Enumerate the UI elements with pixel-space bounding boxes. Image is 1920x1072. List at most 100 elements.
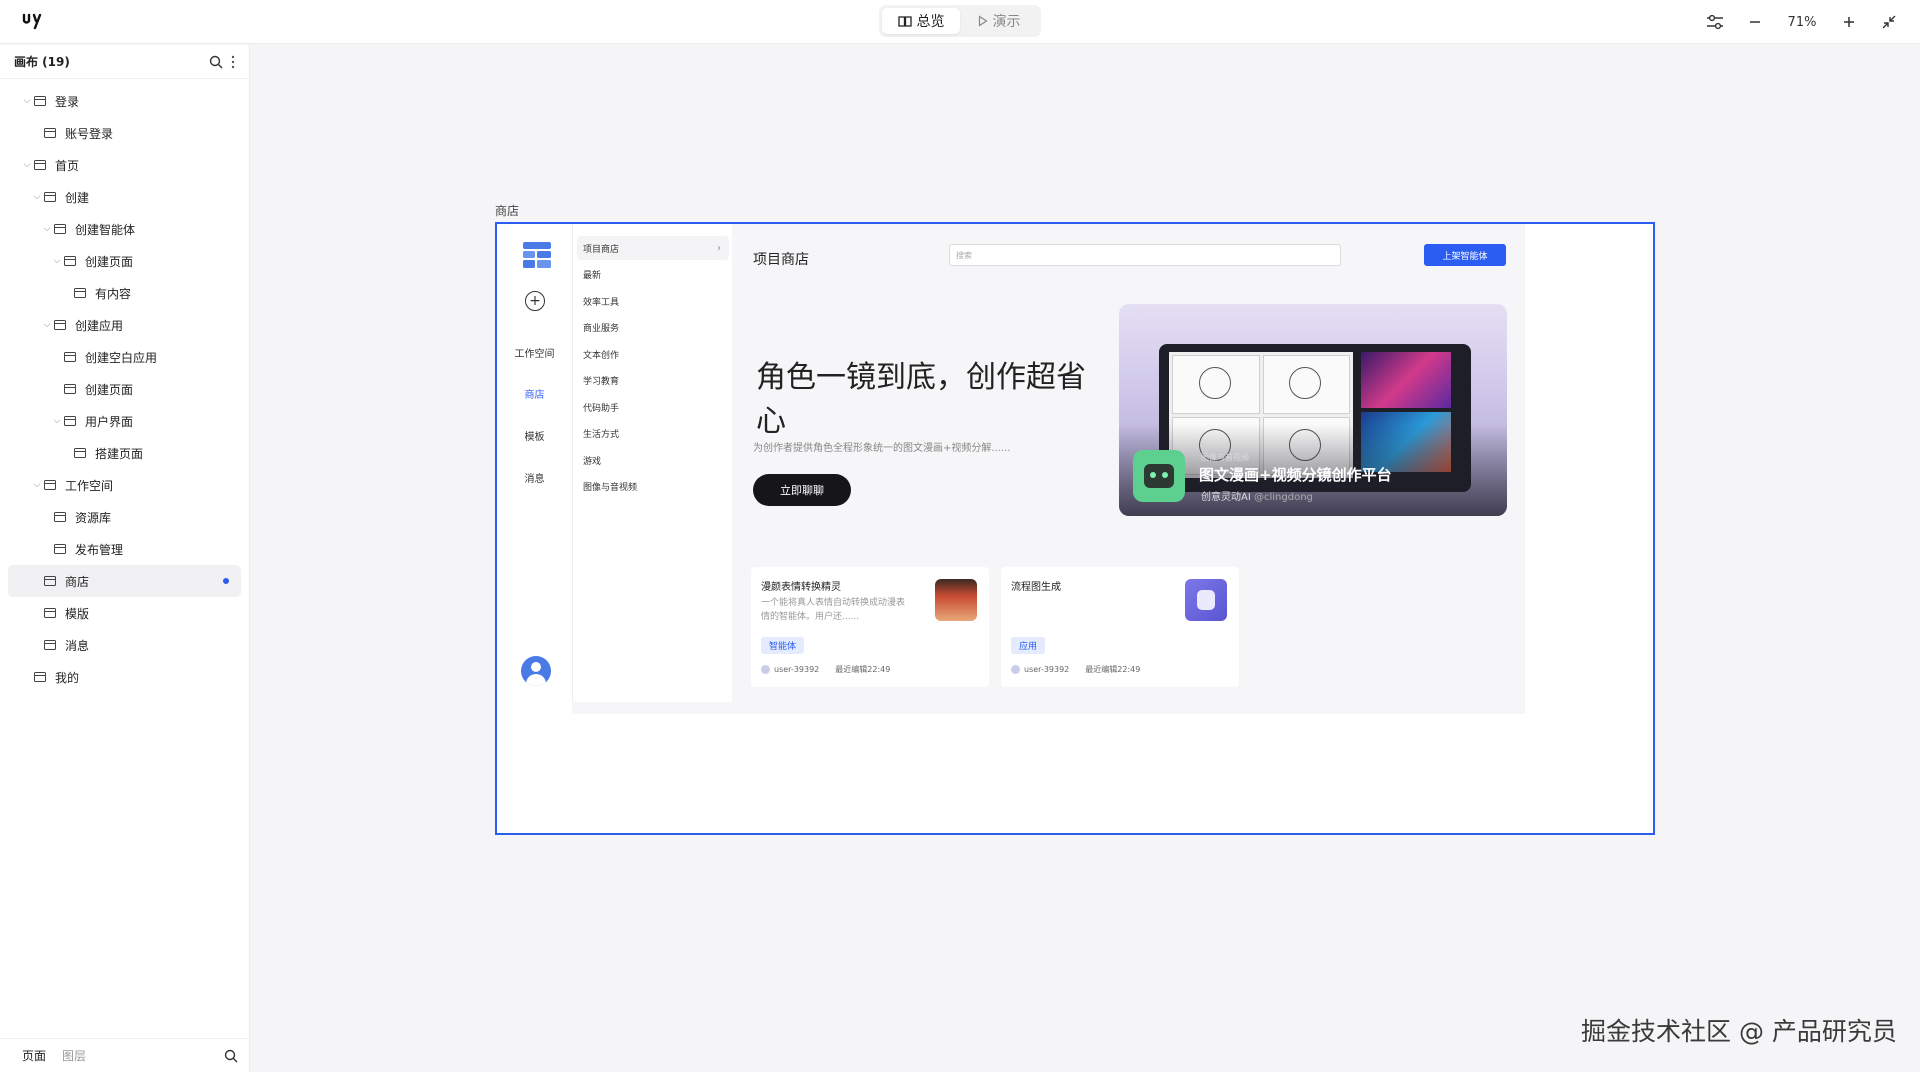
tree-item-label: 创建空白应用 <box>85 350 158 365</box>
overview-mode-button[interactable]: 总览 <box>882 8 960 34</box>
page-icon <box>44 480 56 490</box>
chevron-down-icon[interactable]: ⌵ <box>30 480 44 490</box>
tree-item[interactable]: ⌵ 首页 <box>8 149 241 181</box>
portrait-thumbnail-image <box>935 579 977 621</box>
publish-agent-button[interactable]: 上架智能体 <box>1424 244 1506 266</box>
settings-sliders-icon[interactable] <box>1702 9 1728 35</box>
page-icon <box>44 576 56 586</box>
chevron-down-icon[interactable]: ⌵ <box>20 160 34 170</box>
zoom-in-icon[interactable] <box>1836 9 1862 35</box>
category-label: 代码助手 <box>583 403 620 414</box>
search-input[interactable] <box>949 244 1341 266</box>
more-icon[interactable] <box>231 55 235 69</box>
card-meta: user-39392 最近编辑22:49 <box>761 664 890 675</box>
nav-workspace[interactable]: 工作空间 <box>497 345 572 360</box>
tree-item[interactable]: 消息 <box>8 629 241 661</box>
tree-item[interactable]: 有内容 <box>8 277 241 309</box>
tree-item[interactable]: 资源库 <box>8 501 241 533</box>
tree-item[interactable]: 账号登录 <box>8 117 241 149</box>
tree-item[interactable]: 创建空白应用 <box>8 341 241 373</box>
tree-item[interactable]: 创建页面 <box>8 373 241 405</box>
nav-message[interactable]: 消息 <box>497 470 572 485</box>
card-title: 流程图生成 <box>1011 582 1061 593</box>
category-label: 生活方式 <box>583 430 620 440</box>
category-item[interactable]: 代码助手 <box>573 395 733 419</box>
collapse-icon[interactable] <box>1876 9 1902 35</box>
tree-item[interactable]: 我的 <box>8 661 241 693</box>
search-icon[interactable] <box>209 55 223 69</box>
tab-pages[interactable]: 页面 <box>22 1047 46 1064</box>
product-card[interactable]: 流程图生成 应用 user-39392 最近编辑22:49 <box>1001 567 1239 687</box>
footer-search-icon[interactable] <box>224 1049 238 1063</box>
page-icon <box>64 384 76 394</box>
tree-item-label: 搭建页面 <box>95 446 144 461</box>
play-icon <box>978 15 988 27</box>
chevron-down-icon[interactable]: ⌵ <box>50 256 64 266</box>
card-tag: 智能体 <box>761 637 805 654</box>
tree-item[interactable]: 模版 <box>8 597 241 629</box>
present-mode-button[interactable]: 演示 <box>960 8 1038 34</box>
view-mode-switch: 总览 演示 <box>879 5 1041 37</box>
tree-item-label: 首页 <box>55 158 80 173</box>
tree-item[interactable]: 搭建页面 <box>8 437 241 469</box>
tree-item[interactable]: ⌵ 创建智能体 <box>8 213 241 245</box>
app-logo-icon[interactable] <box>22 12 42 30</box>
store-frame[interactable]: + 工作空间 商店 模板 消息 项目商店 › 最新效率工具商业服务 文本创作学习教育代… <box>495 222 1655 835</box>
category-item[interactable]: 文本创作 <box>573 342 733 366</box>
app-grid-logo-icon[interactable] <box>523 242 551 268</box>
chevron-down-icon[interactable]: ⌵ <box>20 96 34 106</box>
page-icon <box>44 608 56 618</box>
category-item[interactable]: 效率工具 <box>573 289 733 313</box>
page-icon <box>64 416 76 426</box>
tree-item[interactable]: ⌵ 创建 <box>8 181 241 213</box>
chevron-right-icon: › <box>717 242 721 254</box>
chevron-down-icon[interactable]: ⌵ <box>40 320 54 330</box>
anime-character-image <box>1361 352 1451 408</box>
tree-item[interactable]: ⌵ 创建页面 <box>8 245 241 277</box>
category-item[interactable]: 游戏 <box>573 448 733 472</box>
add-circle-icon[interactable]: + <box>525 291 545 311</box>
page-icon <box>64 256 76 266</box>
tab-layers[interactable]: 图层 <box>62 1047 86 1064</box>
banner-author: 创意灵动AI @clingdong <box>1201 492 1313 503</box>
tree-item-label: 创建 <box>65 190 90 205</box>
category-item[interactable]: 商业服务 <box>573 316 733 340</box>
zoom-level[interactable]: 71% <box>1782 15 1822 30</box>
product-card[interactable]: 漫颜表情转换精灵 一个能将真人表情自动转换成动漫表情的智能体。用户还......… <box>751 567 989 687</box>
tree-item[interactable]: ⌵ 创建应用 <box>8 309 241 341</box>
overview-mode-label: 总览 <box>916 14 945 30</box>
card-tag: 应用 <box>1011 637 1046 654</box>
tree-item[interactable]: ⌵ 用户界面 <box>8 405 241 437</box>
category-item[interactable]: 图像与音视频 <box>573 475 733 499</box>
category-item[interactable]: 最新 <box>573 263 733 287</box>
nav-store[interactable]: 商店 <box>497 386 572 401</box>
chevron-down-icon[interactable]: ⌵ <box>30 192 44 202</box>
category-item[interactable]: 生活方式 <box>573 422 733 446</box>
tree-item-label: 创建页面 <box>85 254 134 269</box>
page-icon <box>54 224 66 234</box>
tree-item-label: 有内容 <box>95 286 132 301</box>
store-app-preview: + 工作空间 商店 模板 消息 项目商店 › 最新效率工具商业服务 文本创作学习教育代… <box>497 224 1525 714</box>
tree-item[interactable]: ⌵ 工作空间 <box>8 469 241 501</box>
category-item[interactable]: 学习教育 <box>573 369 733 393</box>
tree-item[interactable]: 发布管理 <box>8 533 241 565</box>
category-item[interactable]: 项目商店 › <box>577 236 729 260</box>
tree-item[interactable]: ⌵ 登录 <box>8 85 241 117</box>
present-mode-label: 演示 <box>992 14 1021 30</box>
featured-banner[interactable]: 图像与音视频 图文漫画+视频分镜创作平台 创意灵动AI @clingdong <box>1119 304 1507 516</box>
page-icon <box>74 288 86 298</box>
user-icon <box>761 665 770 674</box>
category-label: 学习教育 <box>583 377 620 387</box>
avatar[interactable] <box>521 656 551 686</box>
selected-dot <box>223 578 229 584</box>
category-label: 最新 <box>583 271 602 281</box>
page-tree: ⌵ 登录 账号登录 ⌵ 首页 ⌵ 创建 ⌵ 创建智能体 ⌵ 创建页面 有内容 ⌵ 创建应用 创建空白应用 创建… <box>0 79 249 693</box>
chat-now-button[interactable]: 立即聊聊 <box>753 474 851 506</box>
chevron-down-icon[interactable]: ⌵ <box>40 224 54 234</box>
zoom-out-icon[interactable] <box>1742 9 1768 35</box>
nav-template[interactable]: 模板 <box>497 428 572 443</box>
tree-item-label: 模版 <box>65 606 90 621</box>
hero-subtitle: 为创作者提供角色全程形象统一的图文漫画+视频分解...... <box>753 443 1011 454</box>
chevron-down-icon[interactable]: ⌵ <box>50 416 64 426</box>
tree-item[interactable]: 商店 <box>8 565 241 597</box>
